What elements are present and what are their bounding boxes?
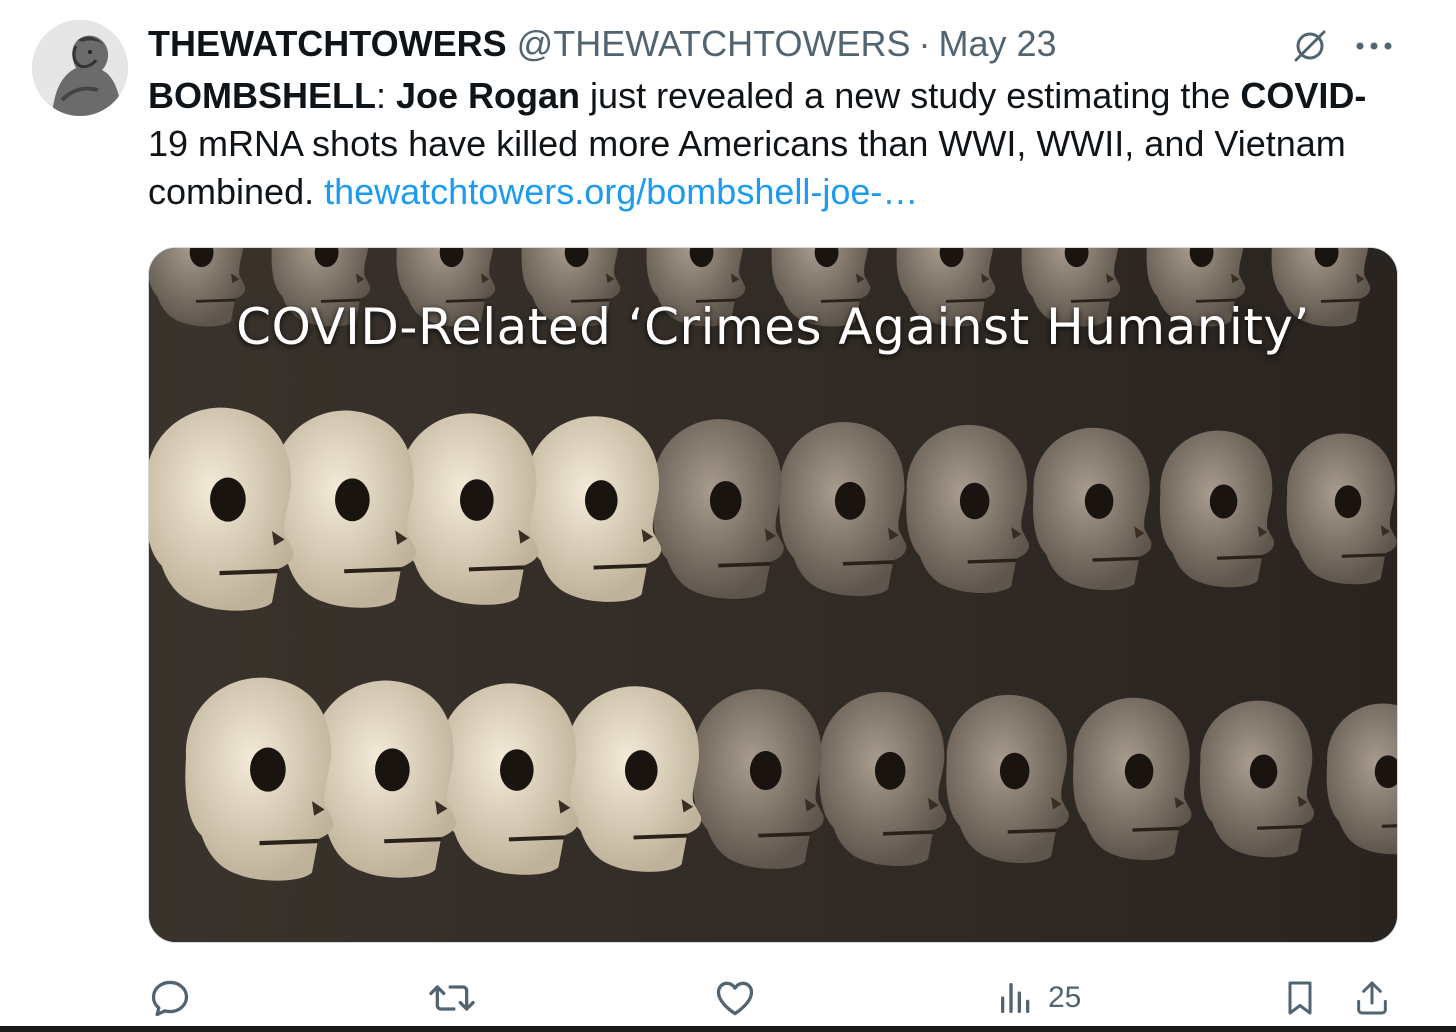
avatar[interactable] [32, 20, 128, 116]
more-options-icon[interactable] [1352, 24, 1396, 68]
views-icon [1001, 983, 1030, 1013]
tweet-date[interactable]: May 23 [939, 23, 1057, 65]
avatar-statue-image [32, 20, 128, 116]
tweet-bold-covid: COVID- [1240, 75, 1367, 116]
heart-icon [716, 981, 754, 1016]
share-button[interactable] [1352, 970, 1392, 1026]
retweet-button[interactable] [428, 970, 476, 1026]
tweet-media-image[interactable]: COVID-Related ‘Crimes Against Humanity’ [148, 247, 1398, 943]
display-name[interactable]: THEWATCHTOWERS [148, 23, 507, 65]
retweet-icon [429, 985, 475, 1011]
reply-icon [151, 980, 189, 1017]
tweet: THEWATCHTOWERS @THEWATCHTOWERS · May 23 … [0, 0, 1456, 1032]
bookmark-icon [1288, 981, 1312, 1015]
tweet-text-part-1: : [376, 75, 397, 116]
reply-button[interactable] [148, 970, 192, 1026]
tweet-header: THEWATCHTOWERS @THEWATCHTOWERS · May 23 [148, 20, 1057, 68]
tweet-text-part-2: just revealed a new study estimating the [580, 75, 1241, 116]
header-separator: · [918, 23, 931, 64]
views-button[interactable]: 25 [996, 970, 1081, 1026]
tweet-link[interactable]: thewatchtowers.org/bombshell-joe-… [324, 171, 918, 212]
tweet-text: BOMBSHELL: Joe Rogan just revealed a new… [148, 72, 1398, 216]
tweet-actions-bar: 25 [0, 970, 1456, 1026]
bottom-edge-strip [0, 1026, 1456, 1032]
skull-shape [149, 407, 294, 611]
tweet-bold-bombshell: BOMBSHELL [148, 75, 376, 116]
share-icon [1357, 981, 1387, 1015]
like-button[interactable] [712, 970, 758, 1026]
user-handle[interactable]: @THEWATCHTOWERS [517, 23, 911, 65]
tweet-bold-joe-rogan: Joe Rogan [396, 75, 581, 116]
media-caption: COVID-Related ‘Crimes Against Humanity’ [236, 298, 1310, 356]
grok-icon[interactable] [1288, 24, 1332, 68]
bookmark-button[interactable] [1280, 970, 1320, 1026]
views-count: 25 [1048, 981, 1082, 1014]
